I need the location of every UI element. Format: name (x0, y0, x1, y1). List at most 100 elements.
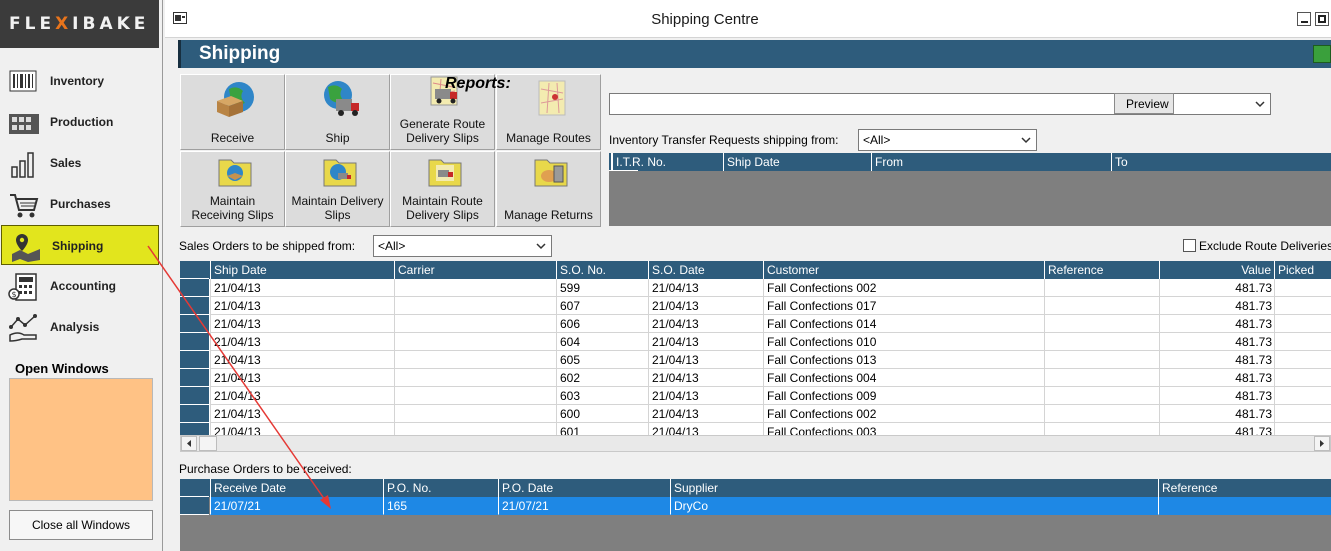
itr-location-select[interactable]: <All> (858, 129, 1037, 151)
itr-col-ship-date[interactable]: Ship Date (723, 153, 871, 171)
sidebar-item-sales[interactable]: Sales (0, 143, 159, 183)
sales-order-cell: 481.73 (1159, 279, 1274, 297)
itr-col-from[interactable]: From (871, 153, 1111, 171)
sidebar-item-production[interactable]: Production (0, 102, 159, 142)
minimize-button[interactable] (1297, 12, 1311, 26)
maintain-receiving-slips-button[interactable]: Maintain Receiving Slips (180, 151, 285, 227)
sales-order-cell (1044, 351, 1159, 369)
po-col-receive-date[interactable]: Receive Date (210, 479, 383, 497)
close-all-windows-button[interactable]: Close all Windows (9, 510, 153, 540)
map-pin-icon (12, 234, 40, 262)
folder-truck-icon (323, 159, 357, 187)
globe-box-icon (217, 82, 254, 117)
folder-globe-icon (218, 159, 252, 187)
sales-order-cell: Fall Confections 002 (763, 405, 1044, 423)
sidebar-item-analysis[interactable]: Analysis (0, 307, 159, 347)
status-flag-icon[interactable] (1313, 45, 1331, 63)
manage-returns-button[interactable]: Manage Returns (496, 151, 601, 227)
sales-order-cell: 21/04/13 (210, 297, 394, 315)
sales-order-cell: 599 (556, 279, 648, 297)
purchase-order-cell: DryCo (670, 497, 1158, 515)
sales-order-cell (394, 333, 556, 351)
sales-order-cell (1044, 387, 1159, 405)
open-windows-panel[interactable] (9, 378, 153, 501)
bar-chart-icon (11, 152, 34, 178)
sales-order-cell (1274, 315, 1331, 333)
maintain-route-delivery-slips-button[interactable]: Maintain Route Delivery Slips (390, 151, 495, 227)
itr-col-to[interactable]: To (1111, 153, 1331, 171)
scroll-left-button[interactable] (181, 436, 197, 451)
row-selector[interactable] (180, 279, 209, 297)
sidebar-item-purchases[interactable]: Purchases (0, 184, 159, 224)
sales-order-cell: 21/04/13 (210, 351, 394, 369)
preview-button[interactable]: Preview (1114, 93, 1174, 114)
chevron-down-icon (1021, 137, 1031, 144)
row-selector[interactable] (180, 387, 209, 405)
row-selector[interactable] (180, 497, 209, 515)
so-col-picked[interactable]: Picked (1274, 261, 1331, 279)
sales-order-row[interactable]: 21/04/13 605 21/04/13 Fall Confections 013 4… (180, 351, 1331, 369)
maximize-button[interactable] (1315, 12, 1329, 26)
sales-order-row[interactable]: 21/04/13 602 21/04/13 Fall Confections 004 4… (180, 369, 1331, 387)
maintain-delivery-slips-button[interactable]: Maintain Delivery Slips (285, 151, 390, 227)
sidebar-item-accounting[interactable]: $ Accounting (0, 266, 159, 306)
so-col-carrier[interactable]: Carrier (394, 261, 556, 279)
sales-order-row[interactable]: 21/04/13 606 21/04/13 Fall Confections 014 4… (180, 315, 1331, 333)
sales-order-row[interactable]: 21/04/13 607 21/04/13 Fall Confections 017 4… (180, 297, 1331, 315)
scroll-right-button[interactable] (1314, 436, 1330, 451)
itr-col-itr-no[interactable]: I.T.R. No. (612, 153, 723, 171)
row-selector[interactable] (180, 315, 209, 333)
manage-routes-button[interactable]: Manage Routes (496, 74, 601, 150)
sales-order-cell: 606 (556, 315, 648, 333)
sales-order-cell: 21/04/13 (648, 297, 763, 315)
sales-order-cell (1044, 405, 1159, 423)
chevron-down-icon (536, 243, 546, 250)
section-header: Shipping (178, 40, 1331, 68)
po-col-reference[interactable]: Reference (1158, 479, 1331, 497)
scroll-thumb[interactable] (199, 436, 217, 451)
sales-orders-horizontal-scrollbar[interactable] (180, 435, 1331, 452)
sales-order-cell (394, 279, 556, 297)
sidebar-item-inventory[interactable]: Inventory (0, 61, 159, 101)
row-selector[interactable] (180, 333, 209, 351)
analysis-icon (9, 314, 37, 342)
sales-order-row[interactable]: 21/04/13 604 21/04/13 Fall Confections 010 4… (180, 333, 1331, 351)
ship-button[interactable]: Ship (285, 74, 390, 150)
so-col-reference[interactable]: Reference (1044, 261, 1159, 279)
purchase-order-cell: 165 (383, 497, 498, 515)
sales-order-cell: 481.73 (1159, 297, 1274, 315)
so-col-so-date[interactable]: S.O. Date (648, 261, 763, 279)
po-col-po-date[interactable]: P.O. Date (498, 479, 670, 497)
sales-order-cell: 481.73 (1159, 369, 1274, 387)
sales-order-cell: 21/04/13 (648, 351, 763, 369)
row-selector[interactable] (180, 405, 209, 423)
so-col-ship-date[interactable]: Ship Date (210, 261, 394, 279)
sales-order-cell: Fall Confections 013 (763, 351, 1044, 369)
open-windows-label: Open Windows (15, 361, 109, 376)
sales-order-row[interactable]: 21/04/13 599 21/04/13 Fall Confections 002 4… (180, 279, 1331, 297)
receive-button[interactable]: Receive (180, 74, 285, 150)
sales-order-cell: Fall Confections 002 (763, 279, 1044, 297)
row-selector[interactable] (180, 369, 209, 387)
row-selector[interactable] (180, 351, 209, 369)
sales-order-row[interactable]: 21/04/13 600 21/04/13 Fall Confections 002 4… (180, 405, 1331, 423)
po-col-supplier[interactable]: Supplier (670, 479, 1158, 497)
sales-orders-location-select[interactable]: <All> (373, 235, 552, 257)
sales-order-cell: 21/04/13 (210, 333, 394, 351)
sales-orders-table[interactable]: Ship Date Carrier S.O. No. S.O. Date Cus… (180, 261, 1331, 436)
sales-order-cell: 607 (556, 297, 648, 315)
exclude-route-deliveries-checkbox[interactable] (1183, 239, 1196, 252)
itr-table[interactable]: I.T.R. No. Ship Date From To (609, 153, 1331, 226)
purchase-order-cell (1158, 497, 1331, 515)
so-col-value[interactable]: Value (1159, 261, 1274, 279)
sales-order-row[interactable]: 21/04/13 603 21/04/13 Fall Confections 009 4… (180, 387, 1331, 405)
row-selector[interactable] (180, 297, 209, 315)
sales-order-cell: 600 (556, 405, 648, 423)
po-col-po-no[interactable]: P.O. No. (383, 479, 498, 497)
window-titlebar[interactable]: Shipping Centre (165, 0, 1331, 38)
so-col-so-no[interactable]: S.O. No. (556, 261, 648, 279)
purchase-orders-table[interactable]: Receive Date P.O. No. P.O. Date Supplier… (180, 479, 1331, 551)
purchase-order-row[interactable]: 21/07/21 165 21/07/21 DryCo (180, 497, 1331, 515)
sidebar-item-shipping[interactable]: Shipping (1, 225, 159, 265)
so-col-customer[interactable]: Customer (763, 261, 1044, 279)
